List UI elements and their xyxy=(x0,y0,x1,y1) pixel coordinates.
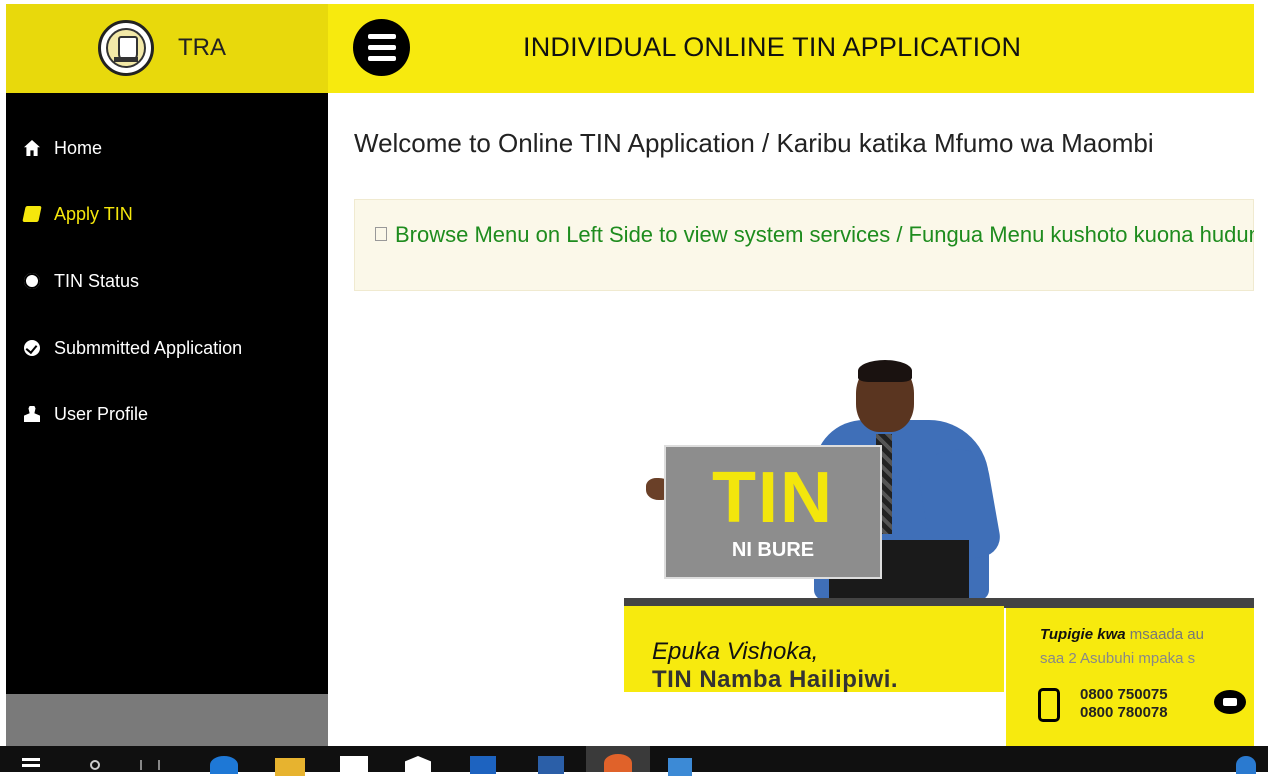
sidebar: Home Apply TIN TIN Status Submmitted App… xyxy=(6,93,328,694)
edge-browser-icon[interactable] xyxy=(210,756,238,774)
search-icon[interactable] xyxy=(90,760,100,770)
slogan-line-1: Epuka Vishoka, xyxy=(652,638,819,665)
document-icon xyxy=(375,227,387,242)
hamburger-menu-button[interactable] xyxy=(353,19,410,76)
notice-label: Browse Menu on Left Side to view system … xyxy=(395,222,1254,247)
word-icon[interactable] xyxy=(538,756,564,774)
phone-icon xyxy=(1038,688,1060,722)
file-explorer-icon[interactable] xyxy=(275,758,305,776)
windows-taskbar xyxy=(0,746,1268,776)
task-view-icon[interactable] xyxy=(140,760,160,770)
app-icon[interactable] xyxy=(668,758,692,776)
cog-icon xyxy=(24,273,40,289)
mail-app-icon[interactable] xyxy=(405,756,431,774)
sidebar-item-label: Home xyxy=(54,137,103,158)
sign-title: TIN xyxy=(712,458,834,538)
tra-logo xyxy=(98,20,154,76)
sidebar-item-user-profile[interactable]: User Profile xyxy=(24,399,148,429)
notice-box: Browse Menu on Left Side to view system … xyxy=(354,199,1254,291)
slogan-line-2: TIN Namba Hailipiwi. xyxy=(652,666,899,693)
page-title: INDIVIDUAL ONLINE TIN APPLICATION xyxy=(523,32,1022,62)
check-circle-icon xyxy=(24,340,40,356)
user-icon xyxy=(24,406,40,422)
man-hair xyxy=(858,360,912,382)
mail-icon xyxy=(1214,690,1246,714)
sidebar-item-submitted-application[interactable]: Submmitted Application xyxy=(24,333,242,363)
brand-name: TRA xyxy=(178,34,226,61)
help-bold: Tupigie kwa xyxy=(1040,626,1126,643)
sign-subtitle: NI BURE xyxy=(731,539,815,561)
app-window: TRA INDIVIDUAL ONLINE TIN APPLICATION Ho… xyxy=(6,4,1254,746)
coat-of-arms-icon xyxy=(106,28,146,68)
welcome-heading: Welcome to Online TIN Application / Kari… xyxy=(354,128,1154,158)
notice-text: Browse Menu on Left Side to view system … xyxy=(375,222,1254,248)
tin-banner-image: TIN NI BURE Epuka Vishoka, TIN Namba Hai… xyxy=(624,360,1254,746)
sidebar-item-tin-status[interactable]: TIN Status xyxy=(24,266,139,296)
phone-number-1: 0800 750075 xyxy=(1080,686,1168,703)
sidebar-item-label: TIN Status xyxy=(54,270,140,291)
sidebar-item-label: Apply TIN xyxy=(54,203,133,224)
help-line-2: saa 2 Asubuhi mpaka s xyxy=(1040,650,1196,667)
sidebar-item-label: Submmitted Application xyxy=(54,337,243,358)
book-icon xyxy=(22,206,42,222)
help-icon[interactable] xyxy=(1236,756,1256,774)
tin-sign: TIN NI BURE xyxy=(664,445,882,579)
help-line-1: Tupigie kwa msaada au xyxy=(1040,626,1204,643)
top-bar: INDIVIDUAL ONLINE TIN APPLICATION xyxy=(328,4,1254,93)
outlook-icon[interactable] xyxy=(470,756,496,774)
sidebar-item-home[interactable]: Home xyxy=(24,133,102,163)
start-button-icon[interactable] xyxy=(22,758,40,776)
firefox-icon[interactable] xyxy=(604,754,632,772)
sidebar-footer xyxy=(6,694,328,746)
help-rest: msaada au xyxy=(1129,626,1204,643)
store-icon[interactable] xyxy=(340,756,368,774)
sidebar-item-apply-tin[interactable]: Apply TIN xyxy=(22,199,133,229)
home-icon xyxy=(24,140,40,156)
brand-area[interactable]: TRA xyxy=(6,4,328,93)
phone-number-2: 0800 780078 xyxy=(1080,704,1168,721)
sidebar-item-label: User Profile xyxy=(54,403,149,424)
